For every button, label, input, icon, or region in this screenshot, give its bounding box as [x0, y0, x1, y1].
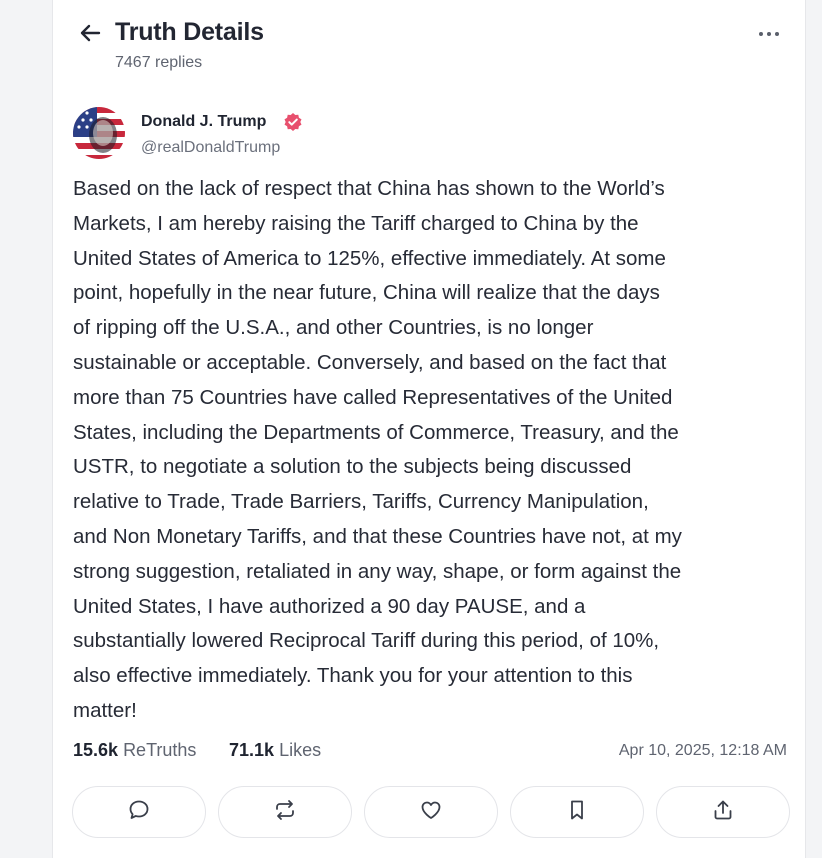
- like-icon: [419, 798, 443, 827]
- author-handle: @realDonaldTrump: [141, 139, 281, 156]
- retruth-button[interactable]: [218, 786, 352, 838]
- retruths-count: 15.6k: [73, 740, 119, 760]
- share-button[interactable]: [656, 786, 790, 838]
- like-button[interactable]: [364, 786, 498, 838]
- likes-count: 71.1k: [229, 740, 275, 760]
- post-actions: [72, 786, 790, 838]
- bookmark-icon: [565, 798, 589, 827]
- post-author: Donald J. Trump @realDonaldTrump: [73, 105, 773, 165]
- page-title: Truth Details: [115, 18, 264, 46]
- likes-label: Likes: [279, 740, 322, 760]
- likes-stat[interactable]: 71.1k Likes: [229, 740, 321, 761]
- reply-button[interactable]: [72, 786, 206, 838]
- reply-count: 7467 replies: [115, 54, 203, 71]
- reply-icon: [127, 798, 151, 827]
- retruths-stat[interactable]: 15.6k ReTruths: [73, 740, 196, 761]
- retruth-icon: [273, 798, 297, 827]
- share-icon: [711, 798, 735, 827]
- retruths-label: ReTruths: [123, 740, 197, 760]
- avatar[interactable]: [73, 107, 125, 159]
- author-name[interactable]: Donald J. Trump: [141, 113, 266, 131]
- bookmark-button[interactable]: [510, 786, 644, 838]
- arrow-left-icon[interactable]: [77, 20, 103, 46]
- ellipsis-icon[interactable]: [751, 24, 787, 44]
- post-detail-panel: Truth Details 7467 replies Donald J. Tru…: [52, 0, 806, 858]
- page-header: Truth Details 7467 replies: [75, 14, 791, 74]
- post-text: Based on the lack of respect that China …: [73, 177, 682, 722]
- post-stats: 15.6k ReTruths 71.1k Likes Apr 10, 2025,…: [73, 740, 787, 766]
- post-timestamp: Apr 10, 2025, 12:18 AM: [618, 742, 787, 759]
- verified-badge-icon: [283, 112, 303, 132]
